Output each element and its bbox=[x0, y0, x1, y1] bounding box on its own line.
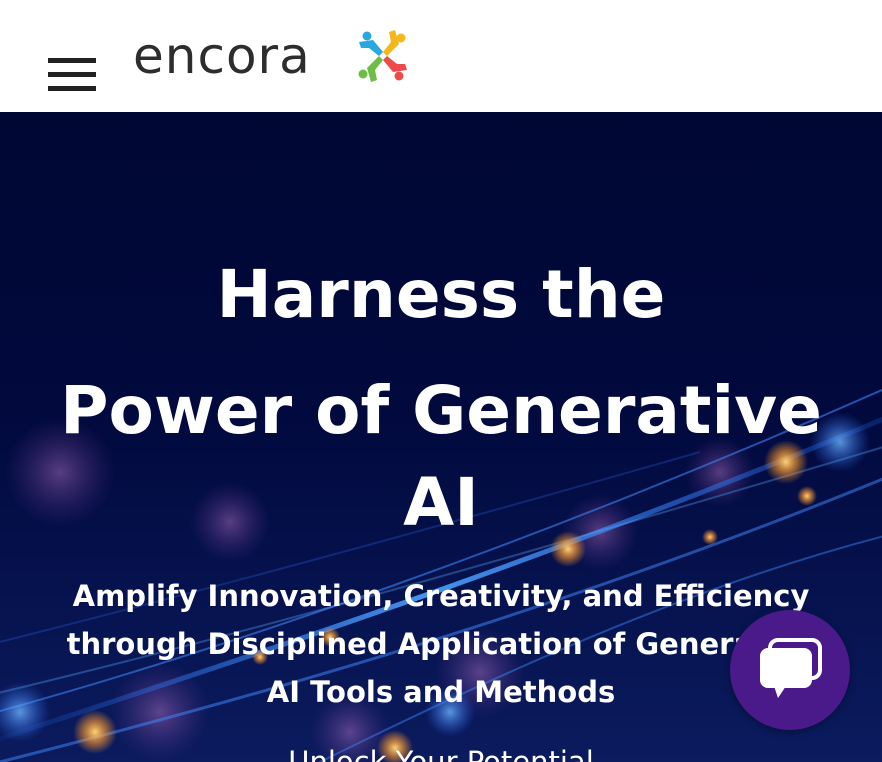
logo-pinwheel-icon bbox=[358, 30, 407, 82]
hero-title-line1: Harness the bbox=[216, 256, 666, 333]
hamburger-menu-icon[interactable] bbox=[48, 58, 96, 92]
hero-title-line3: AI bbox=[403, 464, 479, 541]
chat-widget-button[interactable] bbox=[730, 610, 850, 730]
hero-subtitle: Amplify Innovation, Creativity, and Effi… bbox=[66, 579, 816, 709]
top-header: encora bbox=[0, 0, 882, 112]
logo-wordmark: encora bbox=[133, 27, 311, 85]
hero-title-line2: Power of Generative bbox=[60, 372, 822, 449]
encora-logo[interactable]: encora bbox=[133, 22, 423, 92]
hero-cta-partial[interactable]: Unlock Your Potential bbox=[0, 742, 882, 762]
page: encora Harness the Power of Generative A… bbox=[0, 0, 882, 762]
chat-bubbles-icon bbox=[760, 638, 822, 698]
